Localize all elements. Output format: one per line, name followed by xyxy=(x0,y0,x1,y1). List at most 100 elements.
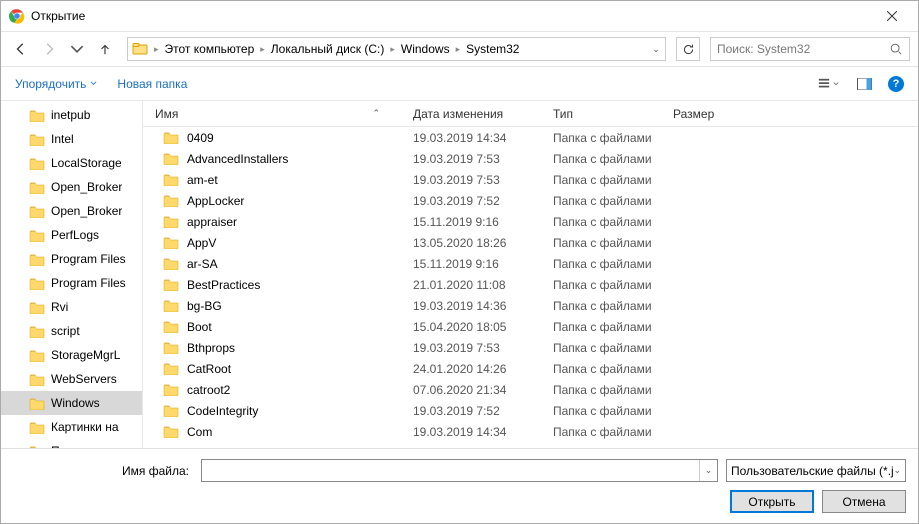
tree-item[interactable]: script xyxy=(1,319,142,343)
chevron-right-icon[interactable]: ▸ xyxy=(388,44,397,55)
file-name: Boot xyxy=(187,320,212,334)
file-name: 0409 xyxy=(187,131,214,145)
file-type: Папка с файлами xyxy=(541,152,661,166)
tree-item[interactable]: Rvi xyxy=(1,295,142,319)
file-row[interactable]: ar-SA15.11.2019 9:16Папка с файлами xyxy=(143,253,918,274)
up-button[interactable] xyxy=(93,37,117,61)
file-row[interactable]: am-et19.03.2019 7:53Папка с файлами xyxy=(143,169,918,190)
tree-item-label: script xyxy=(51,324,80,338)
tree-item[interactable]: inetpub xyxy=(1,103,142,127)
chevron-right-icon[interactable]: ▸ xyxy=(454,44,463,55)
tree-item-label: StorageMgrL xyxy=(51,348,120,362)
recent-dropdown[interactable] xyxy=(65,37,89,61)
tree-item[interactable]: Open_Broker xyxy=(1,175,142,199)
file-date: 13.05.2020 18:26 xyxy=(401,236,541,250)
file-name: bg-BG xyxy=(187,299,222,313)
breadcrumb[interactable]: ▸ Этот компьютер ▸ Локальный диск (C:) ▸… xyxy=(127,37,666,61)
new-folder-button[interactable]: Новая папка xyxy=(117,77,187,91)
tree-item[interactable]: StorageMgrL xyxy=(1,343,142,367)
tree-item[interactable]: LocalStorage xyxy=(1,151,142,175)
column-type[interactable]: Тип xyxy=(541,101,661,126)
open-button[interactable]: Открыть xyxy=(730,490,814,513)
tree-item[interactable]: Open_Broker xyxy=(1,199,142,223)
tree-item[interactable]: Картинки на xyxy=(1,415,142,439)
file-date: 21.01.2020 11:08 xyxy=(401,278,541,292)
crumb-2[interactable]: Windows xyxy=(397,38,454,60)
file-date: 19.03.2019 14:34 xyxy=(401,425,541,439)
crumb-0[interactable]: Этот компьютер xyxy=(161,38,259,60)
file-row[interactable]: AppV13.05.2020 18:26Папка с файлами xyxy=(143,232,918,253)
tree-item[interactable]: Windows xyxy=(1,391,142,415)
file-row[interactable]: appraiser15.11.2019 9:16Папка с файлами xyxy=(143,211,918,232)
tree-item[interactable]: Пользовател xyxy=(1,439,142,448)
tree-item[interactable]: Program Files xyxy=(1,271,142,295)
file-row[interactable]: AppLocker19.03.2019 7:52Папка с файлами xyxy=(143,190,918,211)
tree-item-label: Program Files xyxy=(51,276,126,290)
column-name[interactable]: Имя ⌃ xyxy=(143,101,401,126)
file-date: 19.03.2019 7:53 xyxy=(401,152,541,166)
file-type: Папка с файлами xyxy=(541,278,661,292)
file-type: Папка с файлами xyxy=(541,131,661,145)
file-row[interactable]: AdvancedInstallers 19.03.2019 7:53Папка с… xyxy=(143,148,918,169)
filename-dropdown[interactable]: ⌄ xyxy=(699,460,717,481)
tree-item-label: inetpub xyxy=(51,108,90,122)
chevron-right-icon[interactable]: ▸ xyxy=(258,44,267,55)
file-type: Папка с файлами xyxy=(541,173,661,187)
file-row[interactable]: catroot207.06.2020 21:34Папка с файлами xyxy=(143,379,918,400)
tree-item[interactable]: Intel xyxy=(1,127,142,151)
sort-indicator-icon: ⌃ xyxy=(372,108,380,119)
file-name: am-et xyxy=(187,173,218,187)
address-dropdown[interactable]: ⌄ xyxy=(647,44,665,55)
file-name: catroot2 xyxy=(187,383,230,397)
tree-item[interactable]: PerfLogs xyxy=(1,223,142,247)
refresh-button[interactable] xyxy=(676,37,700,61)
filetype-dropdown-icon: ⌄ xyxy=(893,465,901,476)
file-type: Папка с файлами xyxy=(541,383,661,397)
forward-button[interactable] xyxy=(37,37,61,61)
crumb-3[interactable]: System32 xyxy=(462,38,523,60)
chevron-right-icon[interactable]: ▸ xyxy=(152,44,161,55)
tree-item-label: Open_Broker xyxy=(51,180,122,194)
cancel-button[interactable]: Отмена xyxy=(822,490,906,513)
help-button[interactable]: ? xyxy=(888,76,904,92)
file-row[interactable]: BestPractices21.01.2020 11:08Папка с фай… xyxy=(143,274,918,295)
chrome-icon xyxy=(9,8,25,24)
column-size[interactable]: Размер xyxy=(661,101,781,126)
tree-item[interactable]: WebServers xyxy=(1,367,142,391)
file-name: AppV xyxy=(187,236,216,250)
close-button[interactable] xyxy=(874,1,910,31)
file-name: appraiser xyxy=(187,215,237,229)
window-title: Открытие xyxy=(31,9,874,23)
filename-label: Имя файла: xyxy=(13,464,193,478)
file-rows[interactable]: 040919.03.2019 14:34Папка с файламиAdvan… xyxy=(143,127,918,448)
column-date[interactable]: Дата изменения xyxy=(401,101,541,126)
tree-item-label: WebServers xyxy=(51,372,117,386)
organize-menu[interactable]: Упорядочить xyxy=(15,77,97,91)
file-row[interactable]: Com19.03.2019 14:34Папка с файлами xyxy=(143,421,918,442)
folder-tree[interactable]: inetpub IntelLocalStorage Open_Broker Open_… xyxy=(1,101,143,448)
file-name: AdvancedInstallers xyxy=(187,152,288,166)
file-name: ar-SA xyxy=(187,257,218,271)
column-date-label: Дата изменения xyxy=(413,107,503,121)
file-row[interactable]: CodeIntegrity19.03.2019 7:52Папка с файл… xyxy=(143,400,918,421)
filename-input[interactable]: ⌄ xyxy=(201,459,718,482)
file-type: Папка с файлами xyxy=(541,404,661,418)
search-input[interactable]: Поиск: System32 xyxy=(710,37,910,61)
file-row[interactable]: Bthprops19.03.2019 7:53Папка с файлами xyxy=(143,337,918,358)
file-row[interactable]: 040919.03.2019 14:34Папка с файлами xyxy=(143,127,918,148)
back-button[interactable] xyxy=(9,37,33,61)
crumb-1[interactable]: Локальный диск (C:) xyxy=(267,38,389,60)
search-icon xyxy=(889,42,903,56)
tree-item[interactable]: Program Files xyxy=(1,247,142,271)
navbar: ▸ Этот компьютер ▸ Локальный диск (C:) ▸… xyxy=(1,31,918,67)
file-name: Bthprops xyxy=(187,341,235,355)
file-row[interactable]: bg-BG19.03.2019 14:36Папка с файлами xyxy=(143,295,918,316)
file-type: Папка с файлами xyxy=(541,194,661,208)
filetype-select[interactable]: Пользовательские файлы (*.jp ⌄ xyxy=(726,459,906,482)
view-mode-button[interactable] xyxy=(816,74,840,94)
preview-pane-button[interactable] xyxy=(852,74,876,94)
file-row[interactable]: CatRoot24.01.2020 14:26Папка с файлами xyxy=(143,358,918,379)
file-row[interactable]: Boot15.04.2020 18:05Папка с файлами xyxy=(143,316,918,337)
open-label: Открыть xyxy=(748,495,795,509)
new-folder-label: Новая папка xyxy=(117,77,187,91)
